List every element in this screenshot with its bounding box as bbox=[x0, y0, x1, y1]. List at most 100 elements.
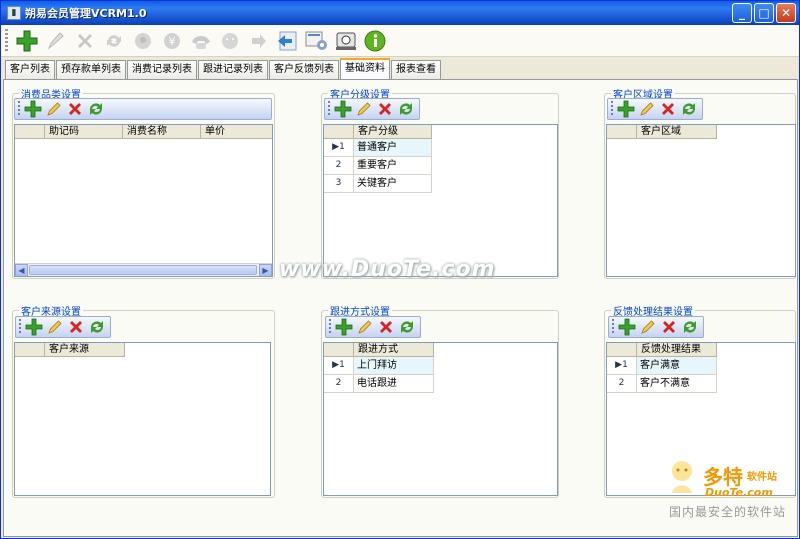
tab-basic-data[interactable]: 基础资料 bbox=[340, 58, 390, 79]
list-item[interactable]: 上门拜访 bbox=[354, 357, 434, 375]
tab-feedback-list[interactable]: 客户反馈列表 bbox=[269, 60, 339, 79]
row-number: 1 bbox=[339, 360, 345, 370]
scroll-left-icon[interactable]: ◀ bbox=[15, 264, 28, 276]
column-header[interactable]: 客户分级 bbox=[354, 125, 432, 139]
list-item[interactable]: 客户不满意 bbox=[637, 375, 717, 393]
toolbar-grip bbox=[19, 319, 21, 335]
level-toolbar bbox=[324, 98, 420, 120]
app-window: ▮ 朔易会员管理VCRM1.0 _ □ ✕ ¥ 客户列表 预存款单列表 消费记录… bbox=[0, 0, 800, 539]
row-header[interactable]: 2 bbox=[324, 375, 354, 393]
toolbar-grip bbox=[18, 101, 20, 117]
tab-follow-records[interactable]: 跟进记录列表 bbox=[198, 60, 268, 79]
close-button[interactable]: ✕ bbox=[776, 3, 796, 23]
tab-strip: 客户列表 预存款单列表 消费记录列表 跟进记录列表 客户反馈列表 基础资料 报表… bbox=[5, 58, 442, 79]
toolbar-grip[interactable] bbox=[5, 28, 8, 53]
delete-icon[interactable] bbox=[376, 317, 396, 337]
row-header-current-icon[interactable]: ▶1 bbox=[324, 139, 354, 157]
delete-icon[interactable] bbox=[375, 99, 395, 119]
consume-grid[interactable]: 助记码 消费名称 单价 ◀ ▶ bbox=[14, 124, 273, 277]
main-toolbar: ¥ bbox=[1, 25, 799, 57]
grid-corner bbox=[15, 125, 45, 139]
forward-icon[interactable] bbox=[246, 28, 272, 54]
phone-icon[interactable] bbox=[188, 28, 214, 54]
logo-tag: 软件站 bbox=[747, 472, 777, 483]
delete-icon[interactable] bbox=[658, 99, 678, 119]
row-header[interactable]: 2 bbox=[324, 157, 354, 175]
add-icon[interactable] bbox=[23, 99, 43, 119]
list-item[interactable]: 电话跟进 bbox=[354, 375, 434, 393]
row-header-current-icon[interactable]: ▶1 bbox=[324, 357, 354, 375]
list-item[interactable]: 普通客户 bbox=[354, 139, 432, 157]
grid-corner bbox=[324, 125, 354, 139]
import-icon[interactable] bbox=[275, 28, 301, 54]
refresh-icon[interactable] bbox=[679, 99, 699, 119]
money-icon[interactable]: ¥ bbox=[159, 28, 185, 54]
grid-corner bbox=[607, 125, 637, 139]
add-icon[interactable] bbox=[617, 317, 637, 337]
mascot-icon bbox=[672, 461, 692, 493]
row-header[interactable]: 2 bbox=[607, 375, 637, 393]
horizontal-scrollbar[interactable]: ◀ ▶ bbox=[15, 263, 272, 276]
tab-consume-records[interactable]: 消费记录列表 bbox=[127, 60, 197, 79]
refresh-icon[interactable] bbox=[87, 317, 107, 337]
maximize-button[interactable]: □ bbox=[754, 3, 774, 23]
info-icon[interactable] bbox=[362, 28, 388, 54]
row-header[interactable]: 3 bbox=[324, 175, 354, 193]
scroll-thumb[interactable] bbox=[29, 265, 257, 275]
tab-customer-list[interactable]: 客户列表 bbox=[5, 60, 55, 79]
backup-icon[interactable] bbox=[333, 28, 359, 54]
follow-toolbar bbox=[325, 316, 421, 338]
list-item[interactable]: 关键客户 bbox=[354, 175, 432, 193]
title-bar[interactable]: ▮ 朔易会员管理VCRM1.0 _ □ ✕ bbox=[1, 1, 799, 25]
edit-icon[interactable] bbox=[355, 317, 375, 337]
add-icon[interactable] bbox=[334, 317, 354, 337]
svg-text:¥: ¥ bbox=[169, 35, 176, 48]
add-icon[interactable] bbox=[616, 99, 636, 119]
refresh-icon[interactable] bbox=[101, 28, 127, 54]
tab-prepaid-list[interactable]: 预存款单列表 bbox=[56, 60, 126, 79]
service-icon[interactable] bbox=[130, 28, 156, 54]
toolbar-grip bbox=[611, 101, 613, 117]
delete-icon[interactable] bbox=[659, 317, 679, 337]
tab-reports[interactable]: 报表查看 bbox=[391, 60, 441, 79]
column-header[interactable]: 客户区域 bbox=[637, 125, 717, 139]
settings-icon[interactable] bbox=[304, 28, 330, 54]
toolbar-grip bbox=[328, 101, 330, 117]
region-grid[interactable]: 客户区域 bbox=[606, 124, 796, 277]
column-header[interactable]: 客户来源 bbox=[45, 343, 125, 357]
add-icon[interactable] bbox=[14, 28, 40, 54]
smile-icon[interactable] bbox=[217, 28, 243, 54]
minimize-button[interactable]: _ bbox=[732, 3, 752, 23]
row-header-current-icon[interactable]: ▶1 bbox=[607, 357, 637, 375]
level-grid[interactable]: 客户分级 ▶1 普通客户 2 重要客户 3 关键客户 bbox=[323, 124, 558, 277]
edit-icon[interactable] bbox=[354, 99, 374, 119]
follow-grid[interactable]: 跟进方式 ▶1 上门拜访 2 电话跟进 bbox=[323, 342, 558, 496]
source-grid[interactable]: 客户来源 bbox=[14, 342, 271, 496]
delete-icon[interactable] bbox=[65, 99, 85, 119]
app-icon: ▮ bbox=[7, 6, 21, 20]
site-logo: 多特 软件站 DuoTe.com 国内最安全的软件站 bbox=[661, 459, 797, 521]
column-header[interactable]: 单价 bbox=[201, 125, 272, 139]
edit-icon[interactable] bbox=[44, 99, 64, 119]
add-icon[interactable] bbox=[333, 99, 353, 119]
list-item[interactable]: 重要客户 bbox=[354, 157, 432, 175]
refresh-icon[interactable] bbox=[397, 317, 417, 337]
refresh-icon[interactable] bbox=[86, 99, 106, 119]
column-header[interactable]: 消费名称 bbox=[123, 125, 201, 139]
edit-icon[interactable] bbox=[638, 317, 658, 337]
delete-icon[interactable] bbox=[66, 317, 86, 337]
edit-icon[interactable] bbox=[637, 99, 657, 119]
add-icon[interactable] bbox=[24, 317, 44, 337]
edit-icon[interactable] bbox=[43, 28, 69, 54]
column-header[interactable]: 反馈处理结果 bbox=[637, 343, 717, 357]
edit-icon[interactable] bbox=[45, 317, 65, 337]
grid-corner bbox=[15, 343, 45, 357]
scroll-right-icon[interactable]: ▶ bbox=[259, 264, 272, 276]
source-toolbar bbox=[15, 316, 111, 338]
list-item[interactable]: 客户满意 bbox=[637, 357, 717, 375]
column-header[interactable]: 跟进方式 bbox=[354, 343, 434, 357]
refresh-icon[interactable] bbox=[680, 317, 700, 337]
delete-icon[interactable] bbox=[72, 28, 98, 54]
column-header[interactable]: 助记码 bbox=[45, 125, 123, 139]
refresh-icon[interactable] bbox=[396, 99, 416, 119]
